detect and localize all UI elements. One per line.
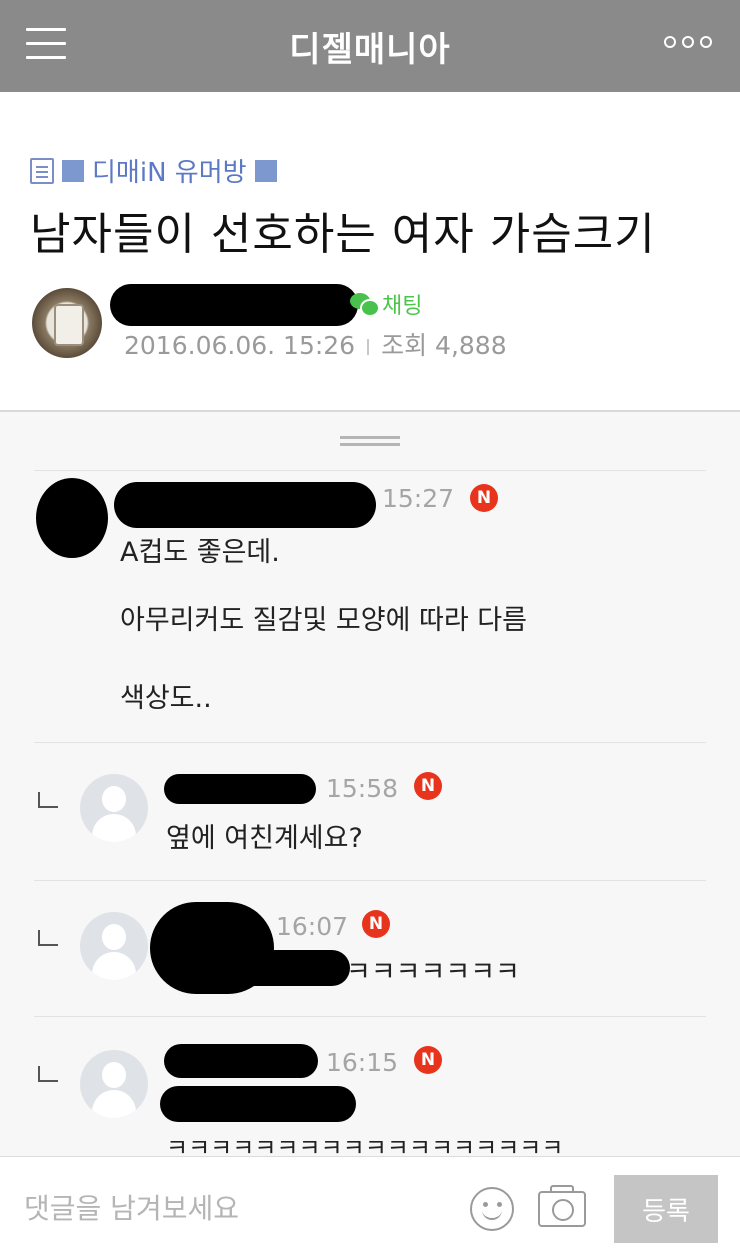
new-badge: N — [362, 910, 390, 938]
comment-line: A컵도 좋은데. — [120, 537, 280, 568]
commenter-name-redacted — [114, 482, 376, 528]
camera-icon[interactable] — [538, 1185, 586, 1227]
top-bar: 디젤매니아 — [0, 0, 740, 92]
comment-text-redacted — [160, 1086, 356, 1122]
comment-time: 16:07 — [276, 912, 349, 941]
drag-handle[interactable] — [340, 436, 400, 446]
post-header: 디매iN 유머방 남자들이 선호하는 여자 가슴크기 채팅 2016.06.06… — [0, 92, 740, 410]
more-options-icon[interactable] — [664, 36, 712, 48]
meta-divider — [367, 339, 370, 355]
board-breadcrumb[interactable]: 디매iN 유머방 — [30, 152, 277, 189]
reply-arrow-icon — [38, 1066, 58, 1082]
reply-arrow-icon — [38, 930, 58, 946]
new-badge: N — [470, 484, 498, 512]
post-title: 남자들이 선호하는 여자 가슴크기 — [30, 209, 656, 260]
comment-line: 아무리커도 질감및 모양에 따라 다름 — [120, 605, 527, 636]
commenter-name-redacted — [164, 774, 316, 804]
emoji-icon[interactable] — [470, 1187, 514, 1231]
chat-bubble-icon — [350, 293, 380, 317]
board-marker-right — [254, 159, 277, 182]
commenter-avatar-redacted — [36, 478, 108, 558]
commenter-name-redacted — [164, 1044, 318, 1078]
divider — [34, 880, 706, 881]
board-marker-left — [62, 159, 84, 182]
new-badge: N — [414, 1046, 442, 1074]
divider — [34, 470, 706, 471]
default-avatar[interactable] — [80, 774, 148, 842]
post-date: 2016.06.06. 15:26 — [124, 331, 356, 360]
board-list-icon — [30, 157, 54, 184]
board-name: 디매iN 유머방 — [92, 158, 247, 188]
default-avatar[interactable] — [80, 1050, 148, 1118]
divider — [34, 1016, 706, 1017]
reply-arrow-icon — [38, 792, 58, 808]
author-name-redacted — [110, 284, 358, 326]
comment-line: ㅋㅋㅋㅋㅋㅋㅋ — [346, 957, 520, 988]
app-title: 디젤매니아 — [289, 30, 451, 70]
comment-list[interactable]: 15:27 N A컵도 좋은데. 아무리커도 질감및 모양에 따라 다름 색상도… — [0, 410, 740, 1162]
comment-time: 15:27 — [382, 484, 455, 513]
comment-time: 16:15 — [326, 1048, 399, 1077]
comment-input[interactable] — [24, 1183, 444, 1233]
comment-line: 옆에 여친계세요? — [166, 823, 363, 854]
post-views: 조회 4,888 — [381, 331, 507, 360]
chat-label: 채팅 — [382, 294, 423, 319]
new-badge: N — [414, 772, 442, 800]
divider — [34, 742, 706, 743]
comment-text-redacted — [168, 950, 350, 986]
author-avatar[interactable] — [32, 288, 102, 358]
default-avatar[interactable] — [80, 912, 148, 980]
comment-line: 색상도.. — [120, 683, 212, 714]
comment-time: 15:58 — [326, 774, 399, 803]
chat-button[interactable]: 채팅 — [350, 288, 422, 320]
comment-composer: 등록 — [0, 1156, 740, 1258]
post-meta: 2016.06.06. 15:26 조회 4,888 — [124, 326, 507, 362]
submit-button[interactable]: 등록 — [614, 1175, 718, 1243]
